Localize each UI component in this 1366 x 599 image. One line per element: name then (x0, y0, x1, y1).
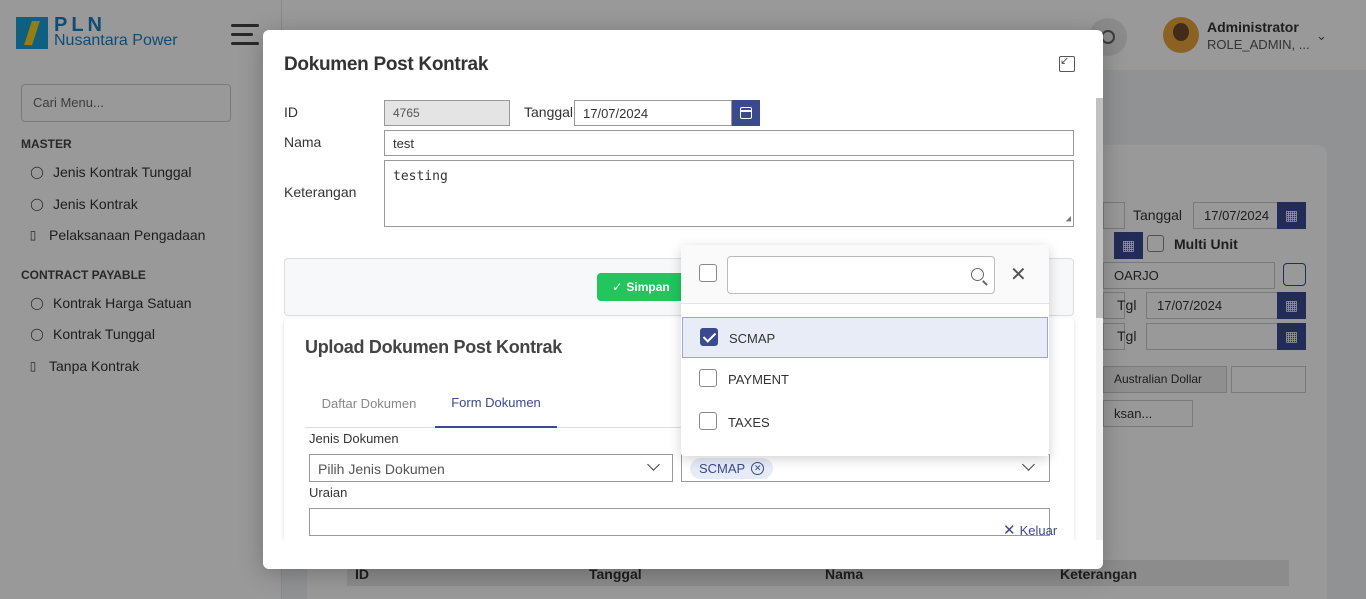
tanggal-field[interactable]: 17/07/2024 (574, 100, 732, 126)
chip-remove-icon[interactable]: ✕ (751, 462, 765, 475)
modal-title: Dokumen Post Kontrak (284, 54, 489, 75)
resize-handle-icon[interactable]: ◢ (1066, 214, 1071, 224)
dropdown-option-scmap[interactable]: SCMAP (682, 317, 1048, 358)
dropdown-search-input[interactable] (727, 256, 995, 294)
tab-form-dokumen[interactable]: Form Dokumen (435, 378, 557, 428)
close-icon[interactable]: ✕ (1010, 265, 1027, 285)
calendar-icon (740, 107, 752, 119)
jenis-dokumen-label: Jenis Dokumen (309, 431, 399, 446)
uraian-label: Uraian (309, 485, 348, 500)
close-icon: ✕ (1003, 522, 1016, 539)
tanggal-label: Tanggal (524, 104, 574, 120)
option-checkbox[interactable] (699, 412, 717, 430)
keluar-button[interactable]: ✕ Keluar (1003, 521, 1057, 539)
selected-chip: SCMAP ✕ (690, 458, 774, 479)
kategori-multiselect[interactable]: SCMAP ✕ (681, 454, 1050, 482)
dropdown-option-payment[interactable]: PAYMENT (682, 359, 1048, 400)
search-icon (971, 268, 984, 281)
multiselect-dropdown-panel: ✕ SCMAP PAYMENT TAXES (681, 245, 1049, 456)
option-checkbox[interactable] (699, 369, 717, 387)
modal-scrollbar[interactable] (1096, 98, 1103, 540)
nama-field[interactable]: test (384, 130, 1074, 156)
id-field: 4765 (384, 100, 510, 126)
calendar-button[interactable] (732, 100, 760, 126)
option-checkbox[interactable] (700, 328, 718, 346)
upload-title: Upload Dokumen Post Kontrak (305, 337, 562, 357)
check-icon: ✓ (612, 280, 623, 294)
jenis-dokumen-select[interactable]: Pilih Jenis Dokumen (309, 454, 673, 482)
dropdown-option-taxes[interactable]: TAXES (682, 402, 1048, 443)
tab-daftar-dokumen[interactable]: Daftar Dokumen (305, 378, 433, 428)
keterangan-textarea[interactable]: testing ◢ (384, 160, 1074, 227)
select-all-checkbox[interactable] (699, 264, 717, 282)
uraian-field[interactable] (309, 508, 1050, 536)
expand-icon[interactable] (1059, 54, 1075, 72)
chevron-down-icon (647, 458, 660, 471)
nama-label: Nama (284, 134, 322, 150)
dropdown-header: ✕ (681, 245, 1049, 304)
keterangan-label: Keterangan (284, 184, 357, 200)
save-button[interactable]: ✓ Simpan (597, 273, 685, 301)
id-label: ID (284, 104, 298, 120)
chevron-down-icon (1022, 458, 1035, 471)
